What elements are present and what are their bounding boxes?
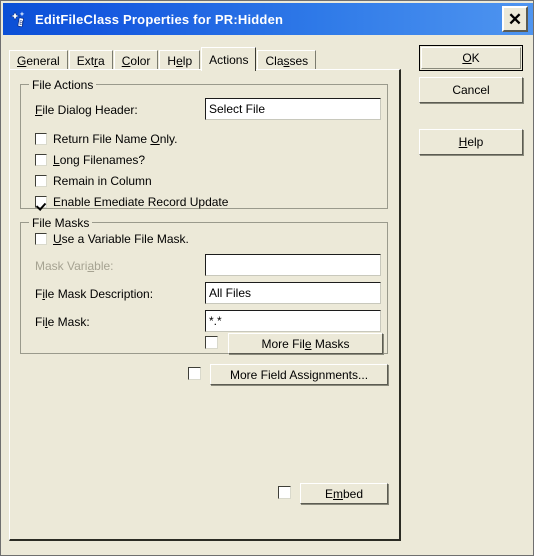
- tab-help[interactable]: Help: [159, 50, 201, 71]
- help-button[interactable]: Help: [419, 129, 523, 155]
- file-masks-group-label: File Masks: [29, 216, 93, 230]
- remain-in-column-checkbox[interactable]: [35, 175, 47, 187]
- tab-extra[interactable]: Extra: [68, 50, 113, 71]
- embed-button[interactable]: Embed: [300, 483, 388, 504]
- checkbox-use-variable-file-mask[interactable]: Use a Variable File Mask.: [35, 232, 189, 246]
- tab-classes[interactable]: Classes: [257, 50, 317, 71]
- tab-actions[interactable]: Actions: [201, 47, 257, 71]
- tab-classes-label: Classes: [265, 54, 309, 68]
- file-actions-group-label: File Actions: [29, 78, 97, 92]
- tab-extra-label: Extra: [76, 54, 105, 68]
- tab-general-label: General: [17, 54, 60, 68]
- long-filenames-checkbox[interactable]: [35, 154, 47, 166]
- checkbox-remain-in-column[interactable]: Remain in Column: [35, 174, 152, 188]
- use-variable-file-mask-checkbox[interactable]: [35, 233, 47, 245]
- enable-emediate-record-update-label: Enable Emediate Record Update: [53, 195, 229, 209]
- title-bar: B EditFileClass Properties for PR:Hidden…: [3, 3, 533, 35]
- enable-emediate-record-update-checkbox[interactable]: [35, 196, 47, 208]
- tab-color-label: Color: [121, 54, 151, 68]
- dialog-window: B EditFileClass Properties for PR:Hidden…: [0, 0, 534, 556]
- file-mask-description-input[interactable]: All Files: [205, 282, 381, 304]
- window-title: EditFileClass Properties for PR:Hidden: [35, 11, 284, 27]
- return-file-name-only-label: Return File Name Only.: [53, 132, 178, 146]
- cancel-button-label: Cancel: [452, 83, 490, 97]
- embed-button-label: Embed: [324, 486, 364, 501]
- file-masks-group: File Masks Use a Variable File Mask. Mas…: [20, 216, 388, 354]
- ok-button-label: OK: [462, 51, 480, 65]
- more-field-assignments-button[interactable]: More Field Assignments...: [210, 364, 388, 385]
- checkbox-enable-emediate-record-update[interactable]: Enable Emediate Record Update: [35, 195, 228, 209]
- ok-button[interactable]: OK: [419, 45, 523, 71]
- file-mask-input[interactable]: *.*: [205, 310, 381, 332]
- more-file-masks-button[interactable]: More File Masks: [228, 333, 383, 354]
- tab-help-label: Help: [167, 54, 193, 68]
- help-button-label: Help: [458, 135, 484, 149]
- cancel-button[interactable]: Cancel: [419, 77, 523, 103]
- wizard-wand-icon: B: [9, 9, 29, 29]
- long-filenames-label: Long Filenames?: [53, 153, 146, 167]
- more-file-masks-checkbox[interactable]: [205, 336, 218, 349]
- tab-actions-label: Actions: [209, 52, 249, 67]
- file-mask-description-label: File Mask Description:: [35, 287, 154, 301]
- checkbox-return-file-name-only[interactable]: Return File Name Only.: [35, 132, 178, 146]
- tab-color[interactable]: Color: [113, 50, 159, 71]
- actions-tab-panel: File Actions File Dialog Header: Select …: [9, 69, 401, 541]
- mask-variable-input[interactable]: [205, 254, 381, 276]
- file-dialog-header-label: File Dialog Header:: [35, 103, 138, 117]
- tab-general[interactable]: General: [9, 50, 68, 71]
- file-actions-group: File Actions File Dialog Header: Select …: [20, 78, 388, 209]
- file-mask-label: File Mask:: [35, 315, 90, 329]
- more-field-assignments-checkbox[interactable]: [188, 367, 201, 380]
- remain-in-column-label: Remain in Column: [53, 174, 152, 188]
- checkbox-long-filenames[interactable]: Long Filenames?: [35, 153, 145, 167]
- more-field-assignments-button-label: More Field Assignments...: [229, 367, 369, 382]
- use-variable-file-mask-label: Use a Variable File Mask.: [53, 232, 189, 246]
- mask-variable-label: Mask Variable:: [35, 259, 114, 273]
- file-dialog-header-input[interactable]: Select File: [205, 98, 381, 120]
- svg-text:B: B: [19, 21, 23, 27]
- tab-strip: General Extra Color Help Actions Classes: [9, 47, 317, 71]
- close-button[interactable]: ✕: [502, 6, 528, 32]
- more-file-masks-button-label: More File Masks: [261, 336, 350, 351]
- embed-checkbox[interactable]: [278, 486, 291, 499]
- return-file-name-only-checkbox[interactable]: [35, 133, 47, 145]
